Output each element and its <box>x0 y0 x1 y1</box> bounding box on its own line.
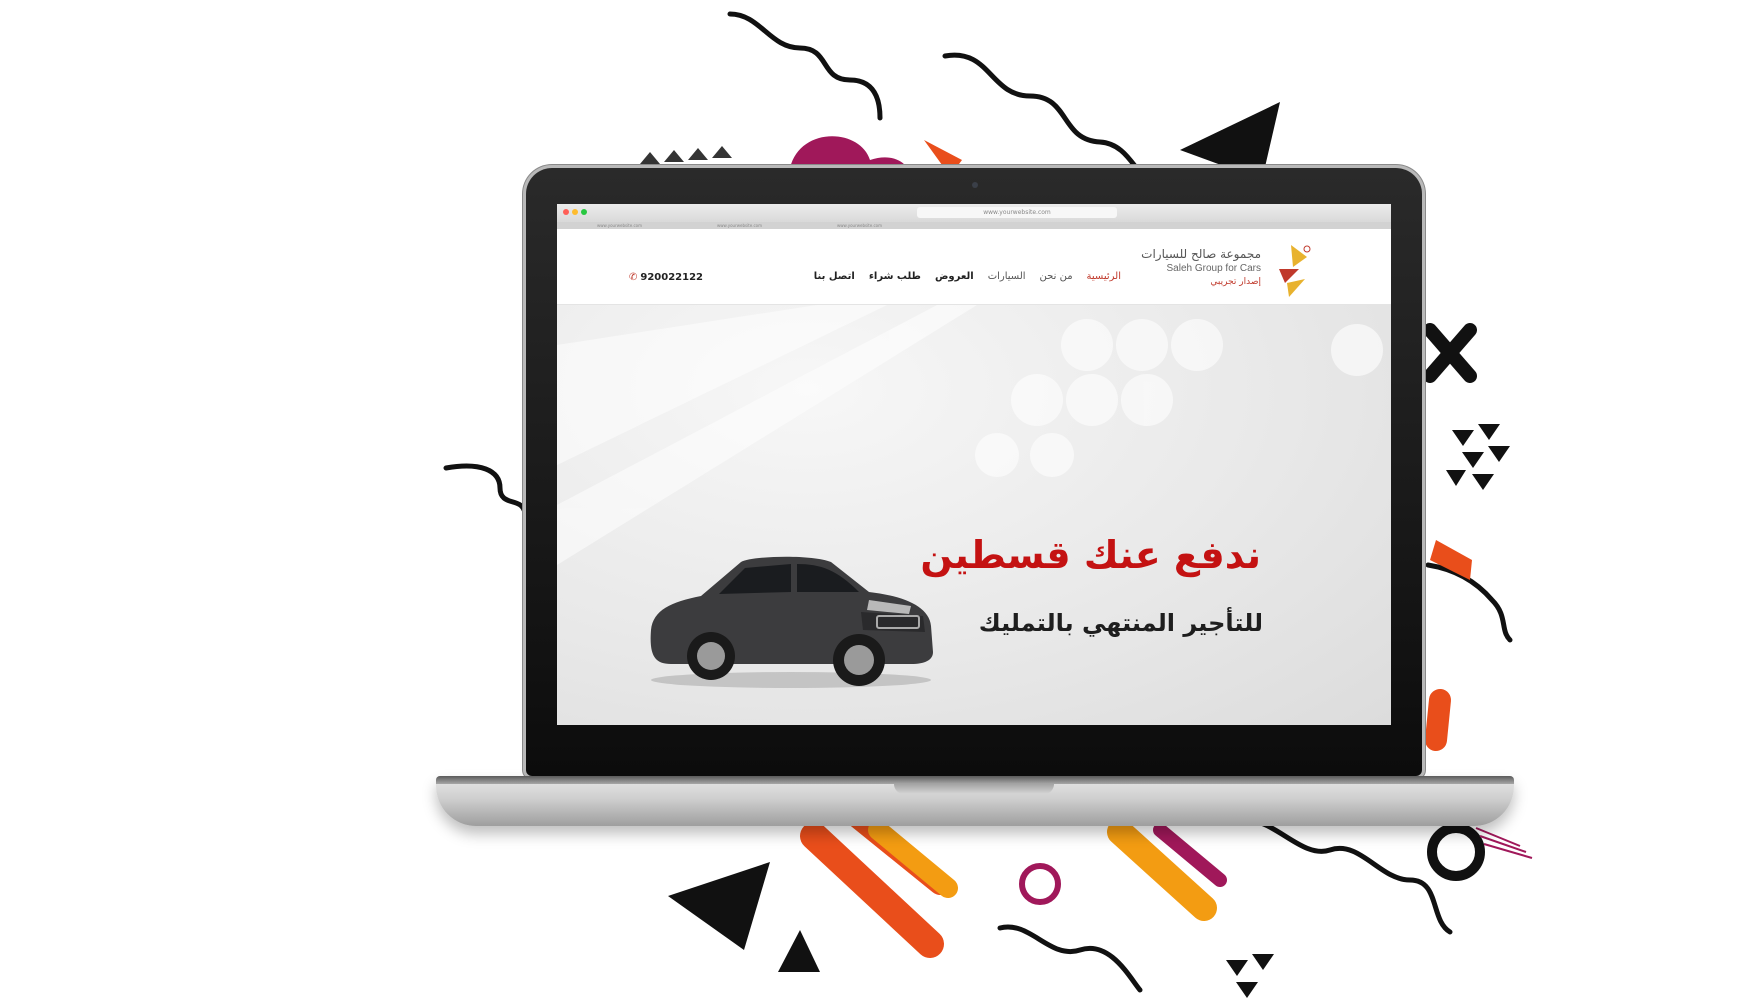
nav-item-contact[interactable]: اتصل بنا <box>814 271 855 282</box>
site-logo[interactable]: مجموعة صالح للسيارات Saleh Group for Car… <box>1141 241 1311 297</box>
nav-item-about[interactable]: من نحن <box>1040 271 1073 282</box>
nav-item-offers[interactable]: العروض <box>935 271 974 282</box>
hero-banner: ندفع عنك قسطين للتأجير المنتهي بالتمليك <box>557 305 1391 725</box>
squiggle-bottom-2 <box>1237 818 1453 935</box>
minimize-window-icon[interactable] <box>572 209 578 215</box>
site-header: مجموعة صالح للسيارات Saleh Group for Car… <box>557 229 1391 305</box>
hero-title: ندفع عنك قسطين <box>920 533 1261 577</box>
browser-tab[interactable]: www.yourwebsite.com <box>717 223 762 228</box>
laptop-notch <box>894 784 1054 794</box>
ring-magenta <box>1019 863 1061 905</box>
triangle-bottom-left-small <box>778 930 820 972</box>
car-image <box>650 556 933 688</box>
squiggle-top-1 <box>727 11 883 121</box>
laptop-base <box>436 776 1514 826</box>
browser-toolbar: www.yourwebsite.com <box>557 204 1391 223</box>
logo-english-name: Saleh Group for Cars <box>1166 263 1262 274</box>
browser-address-bar[interactable]: www.yourwebsite.com <box>917 207 1117 218</box>
camera-icon <box>972 182 978 188</box>
phone-number: 920022122 <box>640 272 704 283</box>
phone-contact[interactable]: ✆ 920022122 <box>629 272 703 283</box>
orange-stroke-right <box>1430 540 1472 580</box>
main-nav: الرئيسية من نحن السيارات العروض طلب شراء… <box>814 271 1121 282</box>
logo-mark-icon <box>1279 245 1311 297</box>
squiggle-bottom-1 <box>997 924 1143 993</box>
hero-subtitle: للتأجير المنتهي بالتمليك <box>978 609 1263 637</box>
triangle-bottom-left <box>668 862 770 950</box>
laptop-screen: www.yourwebsite.com www.yourwebsite.com … <box>557 204 1391 725</box>
browser-tab[interactable]: www.yourwebsite.com <box>837 223 882 228</box>
ring-black <box>1427 823 1485 881</box>
squiggle-top-2 <box>942 52 1141 173</box>
browser-tabs: www.yourwebsite.com www.yourwebsite.com … <box>557 222 1391 229</box>
browser-tab[interactable]: www.yourwebsite.com <box>597 223 642 228</box>
nav-item-purchase-request[interactable]: طلب شراء <box>869 271 921 282</box>
logo-arabic-name: مجموعة صالح للسيارات <box>1141 247 1261 261</box>
laptop-hinge <box>436 776 1514 784</box>
nav-item-home[interactable]: الرئيسية <box>1087 271 1121 282</box>
phone-icon: ✆ <box>629 272 638 283</box>
logo-version-label: إصدار تجريبي <box>1210 277 1261 287</box>
close-window-icon[interactable] <box>563 209 569 215</box>
maximize-window-icon[interactable] <box>581 209 587 215</box>
nav-item-cars[interactable]: السيارات <box>988 271 1026 282</box>
squiggle-left <box>443 463 527 513</box>
